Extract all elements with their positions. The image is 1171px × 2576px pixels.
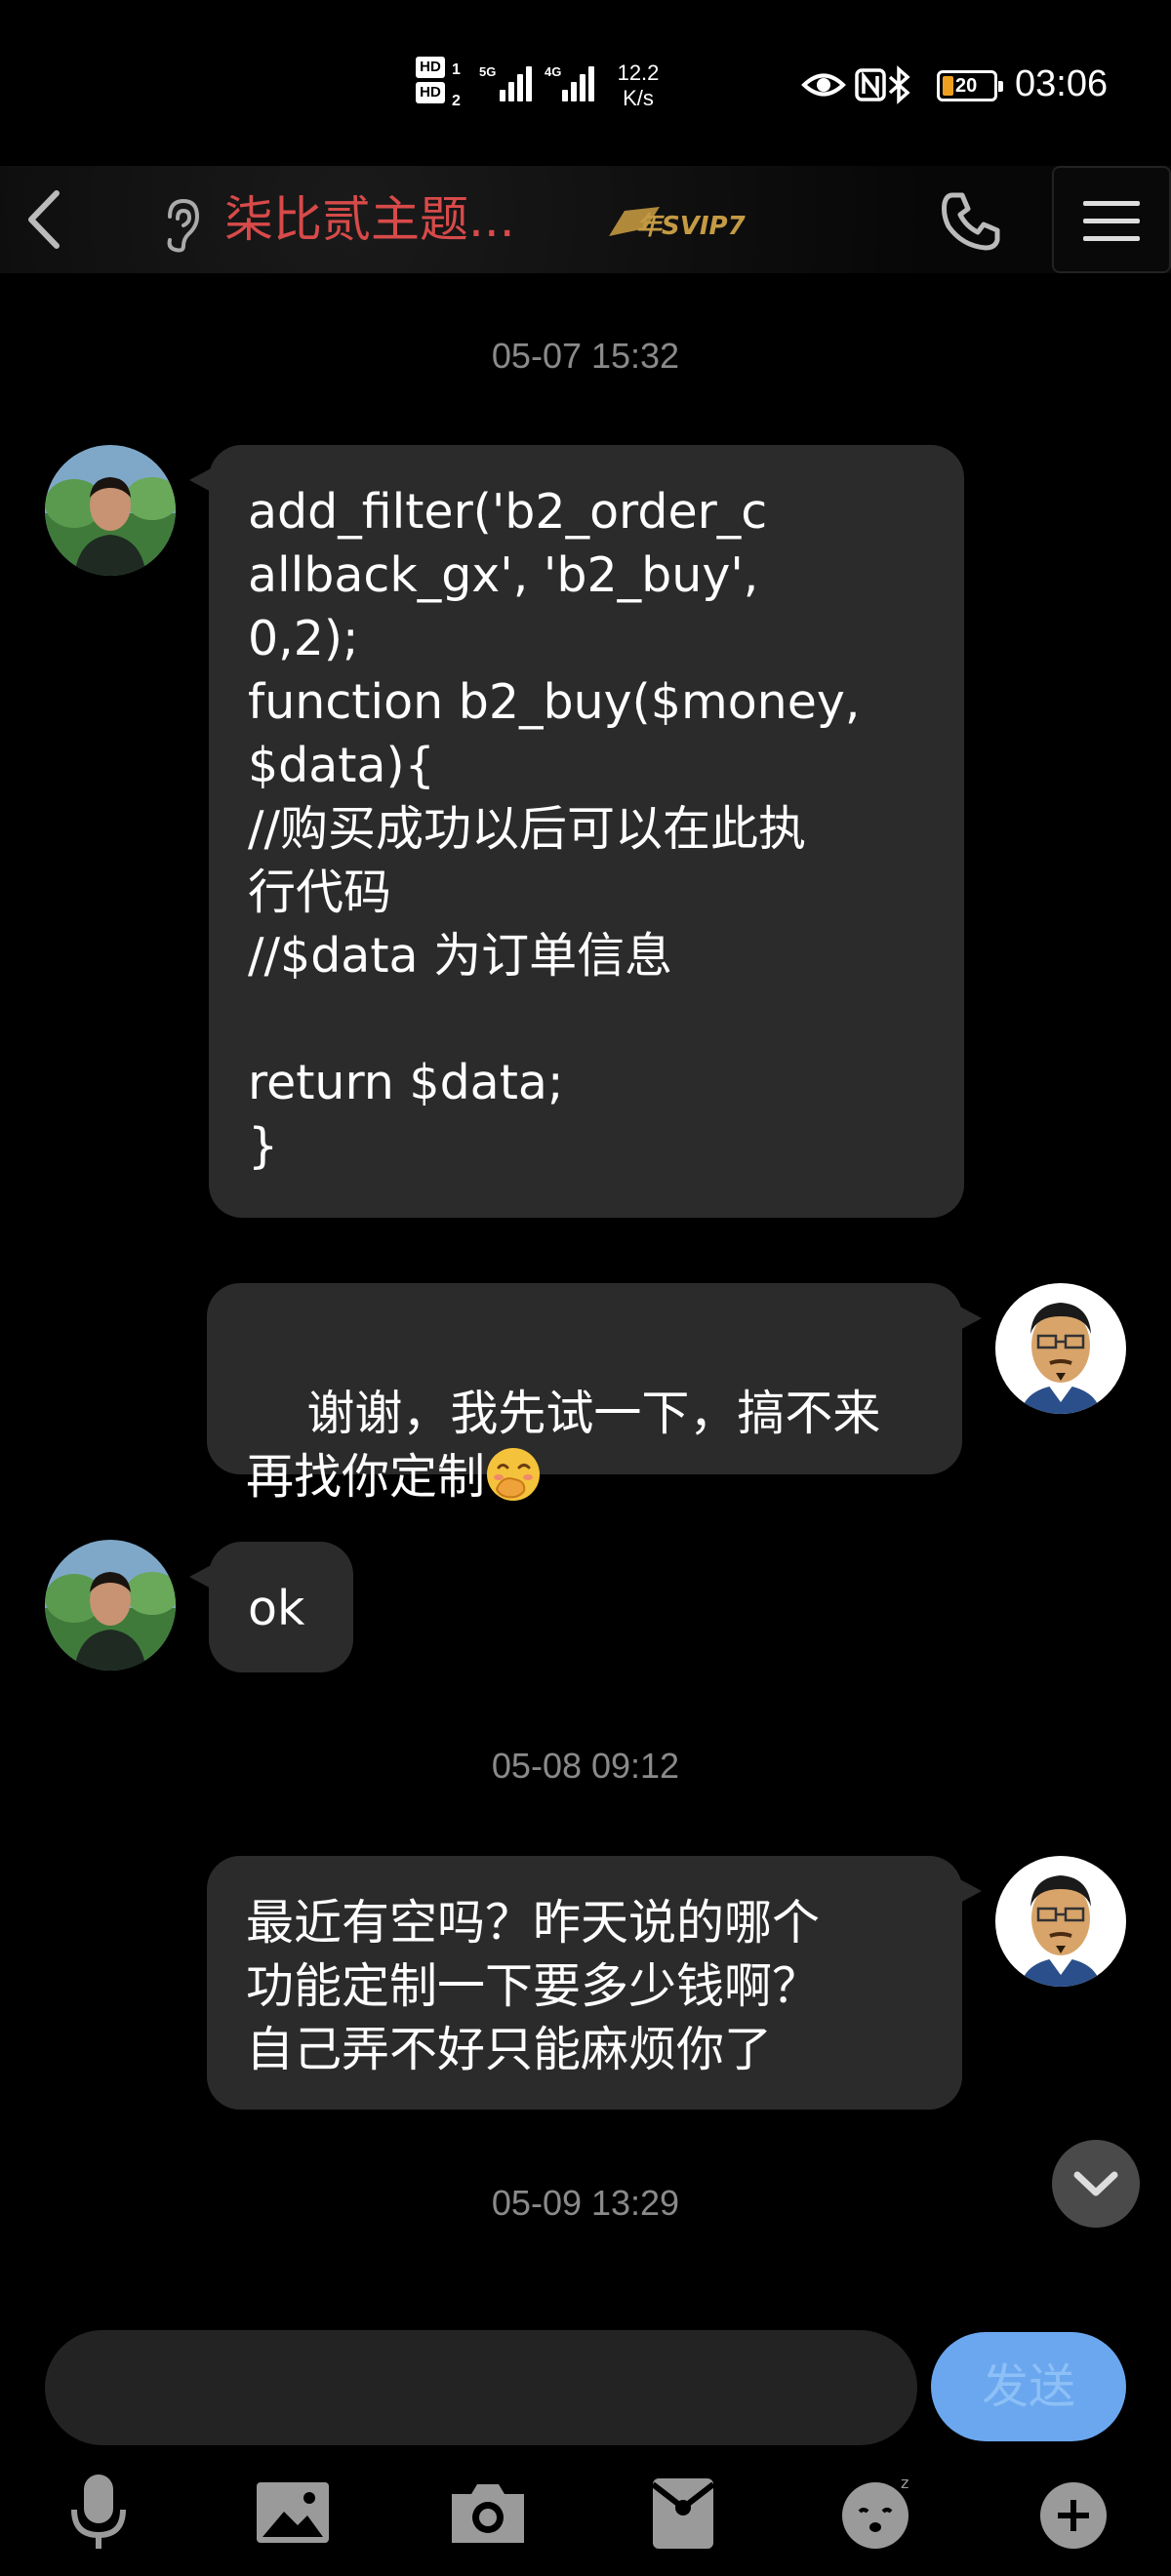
outgoing-message[interactable]: 谢谢，我先试一下，搞不来 再找你定制 xyxy=(207,1283,982,1505)
back-icon[interactable] xyxy=(18,185,76,254)
cartoon-avatar xyxy=(995,1856,1126,1987)
hd-sim-numbers: 1 2 xyxy=(452,55,461,117)
net1-label: 5G xyxy=(479,64,497,79)
image-icon[interactable] xyxy=(249,2469,337,2556)
avatar[interactable] xyxy=(45,1540,176,1670)
clock: 03:06 xyxy=(1015,63,1109,104)
hd2-label: HD xyxy=(416,82,445,103)
input-toolbar: z xyxy=(0,2459,1171,2576)
face-with-hand-over-mouth-emoji-icon xyxy=(487,1448,541,1501)
timestamp: 05-09 13:29 xyxy=(491,2183,680,2223)
chevron-down-icon xyxy=(1073,2171,1118,2196)
incoming-message[interactable]: ok xyxy=(189,1542,353,1672)
camera-icon[interactable] xyxy=(444,2469,532,2556)
network-speed: 12.2 K/s xyxy=(609,60,667,111)
red-packet-icon[interactable] xyxy=(639,2469,727,2556)
chat-title[interactable]: 柒比贰主题... xyxy=(224,189,515,250)
incoming-message[interactable]: add_filter('b2_order_c allback_gx', 'b2_… xyxy=(189,445,964,1218)
my-avatar[interactable] xyxy=(995,1856,1126,1987)
menu-button[interactable] xyxy=(1052,166,1171,273)
svg-text:z: z xyxy=(901,2474,909,2492)
net2-label: 4G xyxy=(545,64,562,79)
svip-badge-text: 年SVIP7 xyxy=(636,212,747,241)
battery-icon: 20 xyxy=(937,70,1003,101)
microphone-icon[interactable] xyxy=(55,2469,142,2556)
hd1-number: 1 xyxy=(452,61,461,78)
cartoon-avatar xyxy=(995,1283,1126,1414)
signal-icon xyxy=(500,62,539,101)
contact-photo xyxy=(45,445,176,576)
svip-badge[interactable]: 年SVIP7 xyxy=(607,197,773,252)
status-bar: HD HD 1 2 5G 4G 12.2 K/s 20 03:06 xyxy=(0,0,1171,166)
my-avatar[interactable] xyxy=(995,1283,1126,1414)
send-button[interactable]: 发送 xyxy=(931,2332,1126,2441)
plus-icon[interactable] xyxy=(1030,2469,1117,2556)
avatar[interactable] xyxy=(45,445,176,576)
emoji-icon[interactable]: z xyxy=(834,2469,922,2556)
earpiece-mode-icon[interactable] xyxy=(156,195,205,254)
hd2-number: 2 xyxy=(452,93,461,109)
speed-unit: K/s xyxy=(623,86,654,110)
message-input[interactable] xyxy=(45,2330,917,2445)
signal-icon-2 xyxy=(562,62,601,101)
chat-header: 柒比贰主题... 年SVIP7 xyxy=(0,166,1171,273)
timestamp: 05-07 15:32 xyxy=(491,336,680,376)
message-text: 谢谢，我先试一下，搞不来 再找你定制 xyxy=(246,1386,881,1505)
phone-call-icon[interactable] xyxy=(937,187,1005,256)
eye-icon xyxy=(801,73,846,97)
speed-value: 12.2 xyxy=(617,60,660,85)
scroll-to-bottom-button[interactable] xyxy=(1052,2140,1140,2228)
bluetooth-icon xyxy=(888,65,910,104)
battery-level: 20 xyxy=(955,75,978,97)
timestamp: 05-08 09:12 xyxy=(491,1746,680,1786)
hd1-label: HD xyxy=(416,57,445,78)
outgoing-message[interactable]: 最近有空吗？昨天说的哪个 功能定制一下要多少钱啊？ 自己弄不好只能麻烦你了 xyxy=(207,1856,982,2110)
contact-photo xyxy=(45,1540,176,1670)
nfc-icon xyxy=(855,68,886,101)
hd-indicators: HD HD xyxy=(416,57,445,107)
